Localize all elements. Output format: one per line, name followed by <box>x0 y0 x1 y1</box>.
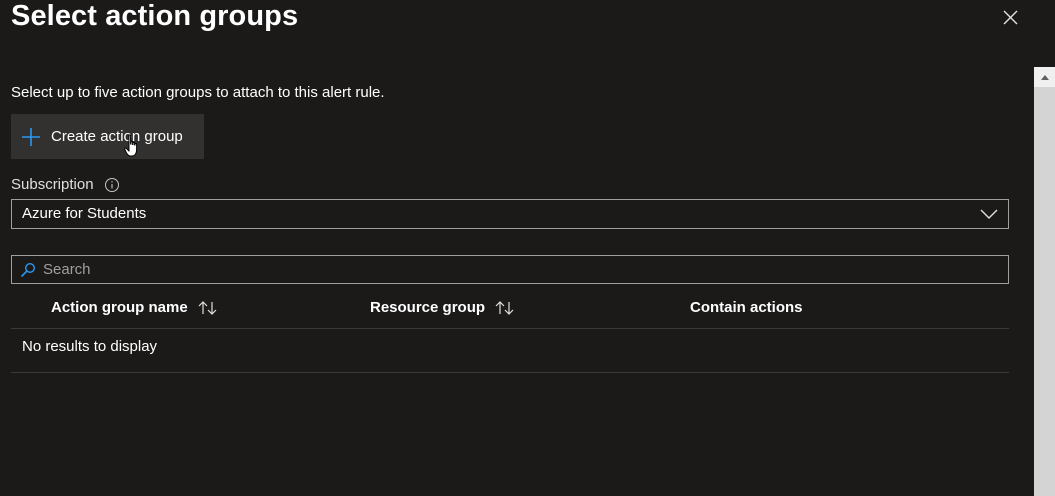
column-header-label: Resource group <box>370 299 486 316</box>
vertical-scrollbar[interactable] <box>1034 67 1055 496</box>
scroll-up-button[interactable] <box>1034 67 1055 87</box>
sort-icon <box>198 301 217 315</box>
panel-title: Select action groups <box>11 0 299 32</box>
column-header-label: Contain actions <box>690 299 803 316</box>
close-button[interactable] <box>998 6 1022 30</box>
column-header-action-group-name[interactable]: Action group name <box>51 298 219 318</box>
create-action-group-label: Create action group <box>51 127 183 145</box>
subscription-dropdown[interactable]: Azure for Students <box>11 199 1009 229</box>
info-icon[interactable] <box>104 177 120 193</box>
chevron-down-icon <box>980 209 998 219</box>
plus-icon <box>22 127 40 146</box>
table-header: Action group name Resource group Contain… <box>11 288 1009 329</box>
subscription-label-text: Subscription <box>11 176 94 193</box>
column-header-resource-group[interactable]: Resource group <box>370 298 516 318</box>
column-header-contain-actions: Contain actions <box>690 298 803 318</box>
search-input[interactable] <box>43 261 983 278</box>
hand-pointer-cursor-icon <box>124 134 138 157</box>
column-header-label: Action group name <box>51 299 188 316</box>
sort-icon <box>495 301 514 315</box>
close-icon <box>1003 10 1018 25</box>
panel-description: Select up to five action groups to attac… <box>11 84 385 101</box>
search-icon <box>20 262 36 277</box>
empty-state-message: No results to display <box>22 338 158 355</box>
create-action-group-button[interactable]: Create action group <box>11 114 204 159</box>
select-action-groups-panel: Select action groups Select up to five a… <box>0 0 1055 496</box>
search-box[interactable] <box>11 255 1009 284</box>
subscription-selected-value: Azure for Students <box>22 205 147 222</box>
subscription-label: Subscription <box>11 175 120 195</box>
table-body: No results to display <box>11 329 1009 373</box>
scroll-up-arrow-icon <box>1040 74 1049 80</box>
